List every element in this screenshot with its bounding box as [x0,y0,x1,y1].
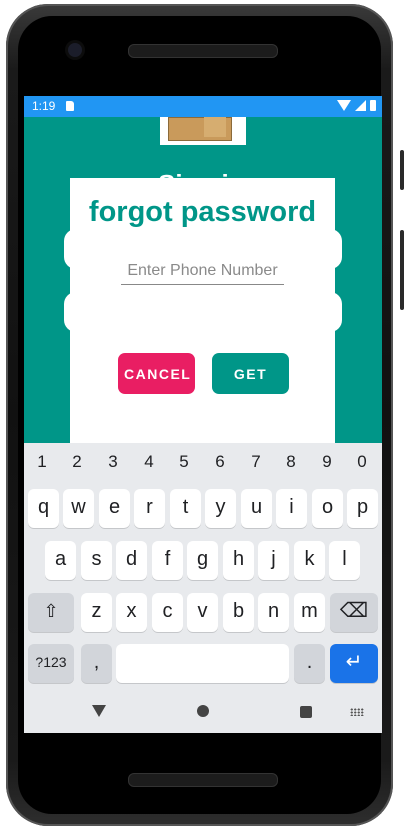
recents-icon[interactable] [300,706,312,718]
status-bar: 1:19 [24,96,382,117]
home-icon[interactable] [197,705,209,717]
key-z[interactable]: z [81,593,112,632]
key-j[interactable]: j [258,541,289,580]
cancel-button[interactable]: CANCEL [118,353,195,394]
forgot-password-dialog: forgot password CANCEL GET [70,178,335,443]
key-s[interactable]: s [81,541,112,580]
status-icons [337,100,376,111]
key-u[interactable]: u [241,489,272,528]
key-y[interactable]: y [205,489,236,528]
key-r[interactable]: r [134,489,165,528]
space-key[interactable] [116,644,289,683]
box-image-side [204,117,226,137]
get-button[interactable]: GET [212,353,289,394]
sd-card-icon [66,101,74,111]
key-g[interactable]: g [187,541,218,580]
shift-icon: ⇧ [43,601,59,621]
status-time: 1:19 [32,99,56,113]
key-x[interactable]: x [116,593,147,632]
key-o[interactable]: o [312,489,343,528]
key-w[interactable]: w [63,489,94,528]
back-icon[interactable] [92,705,106,717]
app-background: Sign in forgot password CANCEL GET [24,117,382,443]
keyboard-switch-icon[interactable] [350,708,364,716]
key-k[interactable]: k [294,541,325,580]
app-logo [160,117,246,145]
key-i[interactable]: i [276,489,307,528]
key-b[interactable]: b [223,593,254,632]
key-q[interactable]: q [28,489,59,528]
key-l[interactable]: l [329,541,360,580]
camera-icon [68,43,82,57]
speaker-top [128,44,278,58]
screen: 1:19 Sign in forgot password CANCEL GET [24,96,382,733]
volume-button[interactable] [400,230,404,310]
enter-key[interactable]: ↵ [330,644,378,683]
enter-icon: ↵ [345,651,363,673]
key-e[interactable]: e [99,489,130,528]
dialog-title: forgot password [88,196,317,228]
key-t[interactable]: t [170,489,201,528]
key-d[interactable]: d [116,541,147,580]
key-m[interactable]: m [294,593,325,632]
key-c[interactable]: c [152,593,183,632]
key-5[interactable]: 5 [172,452,196,472]
navigation-bar [24,693,382,733]
key-9[interactable]: 9 [315,452,339,472]
signal-icon [355,100,366,111]
key-7[interactable]: 7 [244,452,268,472]
symbols-key[interactable]: ?123 [28,644,74,683]
comma-key[interactable]: , [81,644,112,683]
key-h[interactable]: h [223,541,254,580]
key-3[interactable]: 3 [101,452,125,472]
key-1[interactable]: 1 [30,452,54,472]
device-frame: 1:19 Sign in forgot password CANCEL GET [0,0,405,831]
power-button[interactable] [400,150,404,190]
speaker-bottom [128,773,278,787]
key-0[interactable]: 0 [350,452,374,472]
key-8[interactable]: 8 [279,452,303,472]
backspace-icon: ⌫ [339,600,369,622]
period-key[interactable]: . [294,644,325,683]
soft-keyboard: 1 2 3 4 5 6 7 8 9 0 q w e r t y u i o p [24,443,382,733]
battery-icon [370,100,376,111]
phone-number-input[interactable] [121,262,284,285]
key-6[interactable]: 6 [208,452,232,472]
key-a[interactable]: a [45,541,76,580]
key-p[interactable]: p [347,489,378,528]
backspace-key[interactable]: ⌫ [330,593,378,632]
key-4[interactable]: 4 [137,452,161,472]
key-f[interactable]: f [152,541,183,580]
key-v[interactable]: v [187,593,218,632]
wifi-icon [337,100,351,111]
key-n[interactable]: n [258,593,289,632]
key-2[interactable]: 2 [65,452,89,472]
shift-key[interactable]: ⇧ [28,593,74,632]
number-row: 1 2 3 4 5 6 7 8 9 0 [24,443,382,483]
